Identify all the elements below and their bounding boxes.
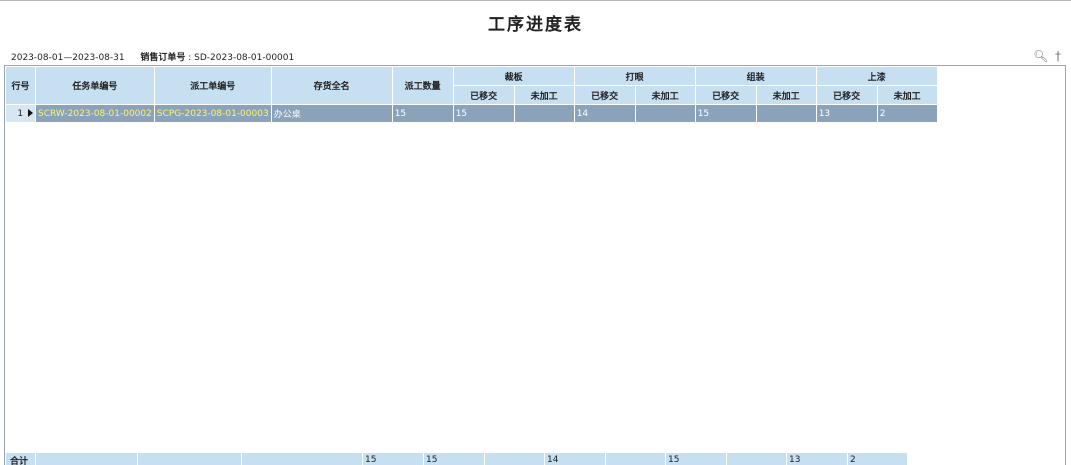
group-cutting: 裁板 [452, 66, 575, 86]
task-no-link[interactable]: SCRW-2023-08-01-00002 [35, 104, 155, 123]
group-drilling: 打眼 [573, 66, 696, 86]
totals-empty [241, 452, 363, 465]
dispatch-qty-cell: 15 [391, 104, 454, 123]
table-row[interactable]: 1 SCRW-2023-08-01-00002 SCPG-2023-08-01-… [5, 104, 938, 123]
totals-painting-pending: 2 [847, 452, 908, 465]
progress-grid: 行号 任务单编号 派工单编号 存货全名 派工数量 裁板 打眼 组装 上漆 已移交… [4, 65, 1066, 465]
col-cutting-moved[interactable]: 已移交 [452, 85, 515, 105]
totals-row: 合计 15 15 14 15 13 2 [5, 452, 908, 465]
totals-table: 合计 15 15 14 15 13 2 [5, 452, 908, 465]
col-assembly-moved[interactable]: 已移交 [694, 85, 757, 105]
filter-summary: 2023-08-01—2023-08-31 销售订单号 : SD-2023-08… [11, 53, 295, 63]
totals-drilling-moved: 14 [544, 452, 606, 465]
col-row-no[interactable]: 行号 [5, 66, 36, 105]
assembly-pending-cell [755, 104, 817, 123]
item-name-cell: 办公桌 [270, 104, 393, 123]
totals-cutting-moved: 15 [423, 452, 485, 465]
col-painting-moved[interactable]: 已移交 [815, 85, 878, 105]
cutting-pending-cell [513, 104, 575, 123]
assembly-moved-cell: 15 [694, 104, 757, 123]
painting-moved-cell: 13 [815, 104, 878, 123]
totals-empty [35, 452, 138, 465]
row-number: 1 [5, 104, 36, 123]
row-pointer-icon [28, 109, 33, 117]
group-painting: 上漆 [815, 66, 938, 86]
painting-pending-cell: 2 [876, 104, 938, 123]
totals-label: 合计 [5, 452, 36, 465]
col-item-name[interactable]: 存货全名 [270, 66, 393, 105]
col-task-no[interactable]: 任务单编号 [35, 66, 155, 105]
zoom-icon[interactable]: 🔍︎ [1033, 49, 1048, 63]
pin-icon[interactable]: † [1051, 49, 1065, 63]
top-border [0, 0, 1071, 1]
col-drilling-pending[interactable]: 未加工 [634, 85, 696, 105]
date-range: 2023-08-01—2023-08-31 [11, 53, 125, 63]
totals-assembly-moved: 15 [665, 452, 727, 465]
drilling-moved-cell: 14 [573, 104, 636, 123]
col-dispatch-no[interactable]: 派工单编号 [153, 66, 272, 105]
totals-empty [137, 452, 242, 465]
col-assembly-pending[interactable]: 未加工 [755, 85, 817, 105]
progress-table: 行号 任务单编号 派工单编号 存货全名 派工数量 裁板 打眼 组装 上漆 已移交… [5, 66, 938, 123]
group-assembly: 组装 [694, 66, 817, 86]
dispatch-no-link[interactable]: SCPG-2023-08-01-00003 [153, 104, 272, 123]
totals-drilling-pending [605, 452, 666, 465]
order-value: SD-2023-08-01-00001 [194, 53, 295, 63]
col-painting-pending[interactable]: 未加工 [876, 85, 938, 105]
col-drilling-moved[interactable]: 已移交 [573, 85, 636, 105]
cutting-moved-cell: 15 [452, 104, 515, 123]
col-cutting-pending[interactable]: 未加工 [513, 85, 575, 105]
page-title: 工序进度表 [488, 15, 583, 35]
col-dispatch-qty[interactable]: 派工数量 [391, 66, 454, 105]
order-label: 销售订单号 [140, 53, 186, 63]
totals-dispatch-qty: 15 [362, 452, 424, 465]
toolbar: 🔍︎ † [1033, 49, 1065, 63]
drilling-pending-cell [634, 104, 696, 123]
totals-painting-moved: 13 [786, 452, 848, 465]
totals-assembly-pending [726, 452, 787, 465]
totals-cutting-pending [484, 452, 545, 465]
